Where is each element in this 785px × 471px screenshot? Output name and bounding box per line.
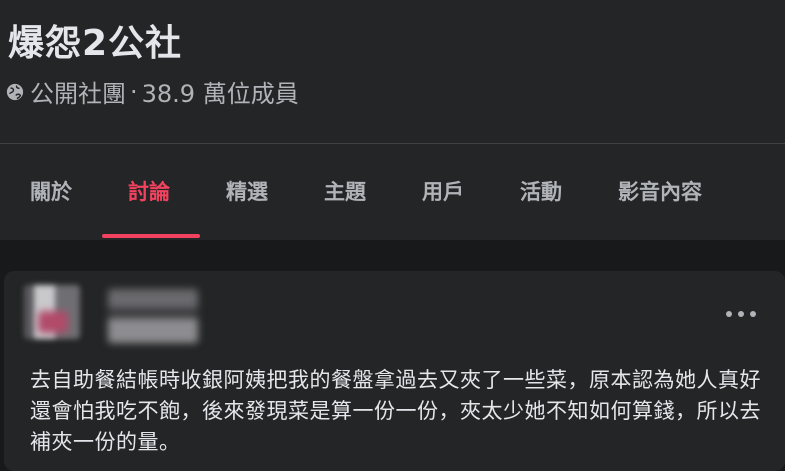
group-tabs: 關於 討論 精選 主題 用戶 活動 影音內容 <box>0 144 785 240</box>
group-header: 爆怨2公社 公開社團 · 38.9 萬位成員 關於 討論 精選 主題 用戶 活動… <box>0 0 785 240</box>
post-card: 去自助餐結帳時收銀阿姨把我的餐盤拿過去又夾了一些菜，原本認為她人真好還會怕我吃不… <box>4 271 785 471</box>
active-tab-indicator <box>102 234 200 238</box>
tab-members[interactable]: 用戶 <box>422 176 464 206</box>
member-count[interactable]: 38.9 萬位成員 <box>142 74 299 109</box>
more-options-icon[interactable] <box>726 307 756 321</box>
privacy-label: 公開社團 <box>30 80 126 108</box>
tab-about[interactable]: 關於 <box>30 176 72 206</box>
dot-icon <box>738 311 744 317</box>
tab-featured[interactable]: 精選 <box>226 176 268 206</box>
meta-separator: · <box>130 77 138 106</box>
tab-media[interactable]: 影音內容 <box>618 176 702 206</box>
dot-icon <box>750 311 756 317</box>
tab-topics[interactable]: 主題 <box>324 176 366 206</box>
group-meta: 公開社團 · 38.9 萬位成員 <box>6 74 299 109</box>
tab-discussion[interactable]: 討論 <box>128 176 170 206</box>
group-title[interactable]: 爆怨2公社 <box>8 14 182 66</box>
avatar-blur-detail <box>38 311 68 333</box>
globe-icon <box>6 83 24 100</box>
dot-icon <box>726 311 732 317</box>
author-name-blurred[interactable] <box>108 289 198 343</box>
post-text: 去自助餐結帳時收銀阿姨把我的餐盤拿過去又夾了一些菜，原本認為她人真好還會怕我吃不… <box>30 368 761 454</box>
tab-events[interactable]: 活動 <box>520 176 562 206</box>
